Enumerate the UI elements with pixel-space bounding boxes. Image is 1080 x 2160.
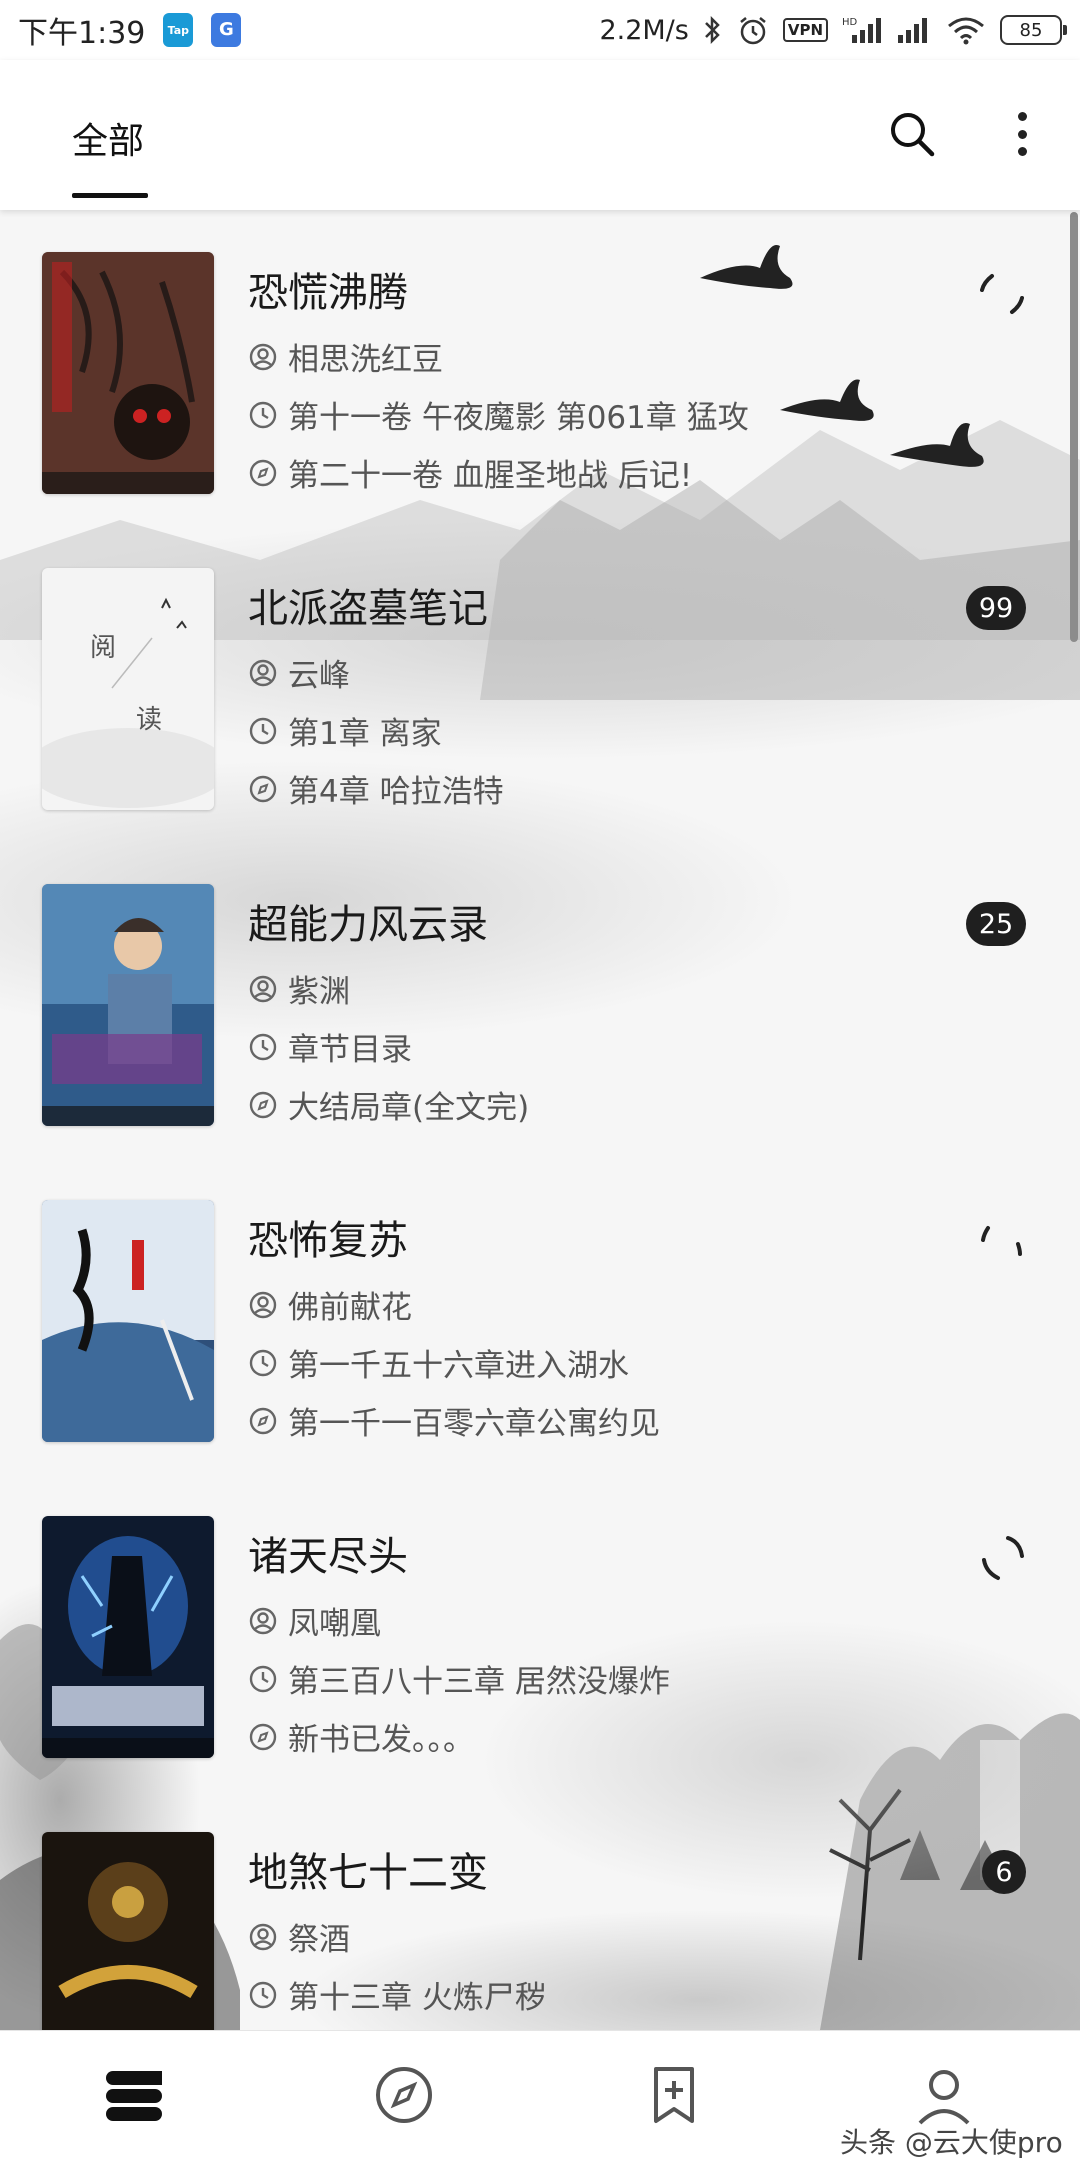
compass-icon bbox=[249, 1723, 277, 1750]
person-icon[interactable] bbox=[912, 2063, 976, 2127]
unread-count-badge: 99 bbox=[966, 586, 1026, 630]
svg-text:HD: HD bbox=[842, 17, 858, 28]
book-title: 恐怖复苏 bbox=[248, 1218, 408, 1264]
clock-icon bbox=[249, 1981, 277, 2008]
bottom-navigation: 头条 @云大使pro bbox=[0, 2030, 1080, 2160]
unread-count-badge: 6 bbox=[982, 1850, 1026, 1894]
book-cover bbox=[42, 1832, 214, 2030]
loading-spinner-icon bbox=[982, 1536, 1024, 1580]
top-app-bar: 全部 bbox=[0, 60, 1080, 210]
book-item[interactable]: 恐慌沸腾 相思洗红豆 第十一卷 午夜魔影 第061章 猛攻 第二十一卷 血腥圣地… bbox=[0, 210, 1080, 510]
watermark: 头条 @云大使pro bbox=[840, 2126, 1063, 2159]
book-author: 凤嘲凰 bbox=[248, 1598, 381, 1643]
battery-indicator: 85 bbox=[1000, 15, 1067, 45]
compass-icon bbox=[249, 1407, 277, 1434]
compass-icon bbox=[249, 1091, 277, 1118]
book-item[interactable]: 地煞七十二变 祭酒 第十三章 火炼尸秽 6 bbox=[0, 1790, 1080, 2030]
book-list: 恐慌沸腾 相思洗红豆 第十一卷 午夜魔影 第061章 猛攻 第二十一卷 血腥圣地… bbox=[0, 210, 1080, 2030]
book-cover bbox=[42, 252, 214, 494]
wifi-icon bbox=[946, 15, 986, 45]
clock-icon bbox=[249, 401, 277, 428]
book-author: 云峰 bbox=[248, 650, 350, 695]
book-current-chapter: 第一千五十六章进入湖水 bbox=[248, 1340, 629, 1385]
loading-spinner-icon bbox=[981, 1226, 1022, 1256]
book-cover bbox=[42, 1516, 214, 1758]
book-author: 相思洗红豆 bbox=[248, 334, 443, 379]
book-item[interactable]: 恐怖复苏 佛前献花 第一千五十六章进入湖水 第一千一百零六章公寓约见 bbox=[0, 1158, 1080, 1458]
compass-icon[interactable] bbox=[372, 2063, 436, 2127]
book-author: 紫渊 bbox=[248, 966, 350, 1011]
vpn-icon: VPN bbox=[782, 18, 828, 42]
loading-spinner-icon bbox=[980, 274, 1024, 314]
person-circle-icon bbox=[249, 1607, 277, 1634]
book-title: 北派盗墓笔记 bbox=[248, 586, 488, 632]
search-icon[interactable] bbox=[884, 106, 940, 162]
book-latest-chapter: 大结局章(全文完) bbox=[248, 1082, 529, 1127]
book-current-chapter: 第十一卷 午夜魔影 第061章 猛攻 bbox=[248, 392, 749, 437]
book-cover bbox=[42, 1200, 214, 1442]
book-cover bbox=[42, 884, 214, 1126]
book-latest-chapter: 第二十一卷 血腥圣地战 后记! bbox=[248, 450, 692, 495]
cover-text: 阅 bbox=[90, 633, 116, 663]
book-author: 佛前献花 bbox=[248, 1282, 412, 1327]
book-latest-chapter: 新书已发。。。 bbox=[248, 1714, 474, 1759]
clock-icon bbox=[249, 1665, 277, 1692]
network-speed: 2.2M/s bbox=[599, 14, 689, 46]
book-latest-chapter: 第一千一百零六章公寓约见 bbox=[248, 1398, 660, 1443]
book-title: 恐慌沸腾 bbox=[248, 270, 408, 316]
book-author: 祭酒 bbox=[248, 1914, 350, 1959]
status-time: 下午1:39 bbox=[18, 16, 146, 51]
cover-text: 读 bbox=[136, 705, 162, 735]
book-current-chapter: 第1章 离家 bbox=[248, 708, 442, 753]
book-title: 诸天尽头 bbox=[248, 1534, 408, 1580]
book-item[interactable]: 阅 读 北派盗墓笔记 云峰 第1章 离家 第4章 哈拉浩特 99 bbox=[0, 526, 1080, 826]
book-current-chapter: 第三百八十三章 居然没爆炸 bbox=[248, 1656, 670, 1701]
status-bar: 下午1:39 Tap G 2.2M/s VPN HD 85 bbox=[0, 0, 1080, 60]
book-item[interactable]: 超能力风云录 紫渊 章节目录 大结局章(全文完) 25 bbox=[0, 842, 1080, 1142]
compass-icon bbox=[249, 459, 277, 486]
book-title: 超能力风云录 bbox=[248, 902, 488, 948]
unread-count-badge: 25 bbox=[966, 902, 1026, 946]
person-circle-icon bbox=[249, 659, 277, 686]
translate-app-icon: G bbox=[211, 13, 242, 47]
book-cover: 阅 读 bbox=[42, 568, 214, 810]
book-latest-chapter: 第4章 哈拉浩特 bbox=[248, 766, 504, 811]
book-item[interactable]: 诸天尽头 凤嘲凰 第三百八十三章 居然没爆炸 新书已发。。。 bbox=[0, 1474, 1080, 1774]
clock-icon bbox=[249, 1033, 277, 1060]
bluetooth-icon bbox=[703, 15, 723, 45]
book-current-chapter: 章节目录 bbox=[248, 1024, 412, 1069]
compass-icon bbox=[249, 775, 277, 802]
taptap-app-icon: Tap bbox=[163, 13, 194, 47]
clock-icon bbox=[249, 1349, 277, 1376]
book-title: 地煞七十二变 bbox=[248, 1850, 488, 1896]
person-circle-icon bbox=[249, 343, 277, 370]
hd-signal-icon: HD bbox=[842, 15, 882, 45]
clock-icon bbox=[249, 717, 277, 744]
bookshelf-icon[interactable] bbox=[102, 2063, 166, 2127]
signal-icon bbox=[896, 15, 932, 45]
bookmark-add-icon[interactable] bbox=[642, 2063, 706, 2127]
tab-indicator bbox=[72, 193, 148, 198]
book-current-chapter: 第十三章 火炼尸秽 bbox=[248, 1972, 546, 2017]
tab-all[interactable]: 全部 bbox=[72, 112, 144, 164]
scrollbar[interactable] bbox=[1070, 212, 1078, 642]
person-circle-icon bbox=[249, 1923, 277, 1950]
person-circle-icon bbox=[249, 1291, 277, 1318]
person-circle-icon bbox=[249, 975, 277, 1002]
more-vert-icon[interactable] bbox=[1000, 106, 1044, 162]
alarm-icon bbox=[737, 14, 769, 46]
